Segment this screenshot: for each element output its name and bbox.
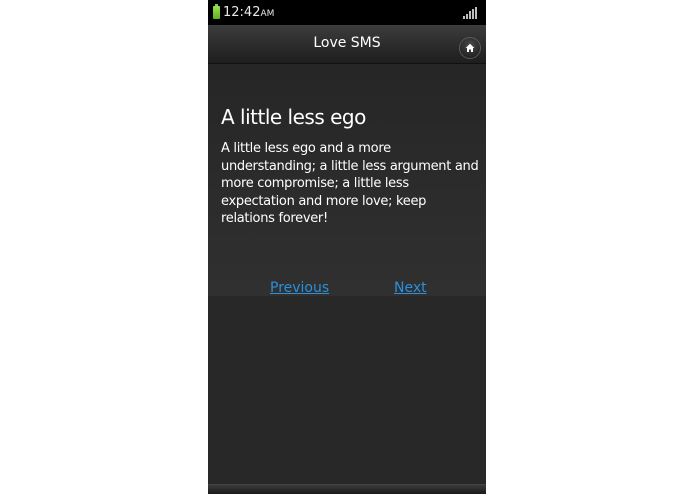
home-icon (465, 43, 475, 52)
clock-ampm: AM (260, 9, 275, 19)
app-title: Love SMS (313, 35, 381, 51)
title-bar: Love SMS (208, 25, 486, 64)
status-clock: 12:42AM (223, 4, 274, 23)
empty-area (208, 296, 486, 484)
phone-screen: 12:42AM Love SMS A little less ego A lit… (208, 0, 486, 494)
previous-link[interactable]: Previous (270, 279, 329, 297)
message-title: A little less ego (221, 105, 366, 129)
signal-icon (463, 7, 477, 19)
message-body: A little less ego and a more understandi… (221, 141, 479, 226)
home-button[interactable] (459, 37, 481, 59)
battery-icon (213, 4, 220, 19)
status-bar: 12:42AM (208, 0, 486, 25)
bottom-bar (208, 484, 486, 494)
next-link[interactable]: Next (394, 279, 427, 297)
message-panel: A little less ego A little less ego and … (208, 64, 486, 296)
clock-time: 12:42 (223, 5, 261, 20)
